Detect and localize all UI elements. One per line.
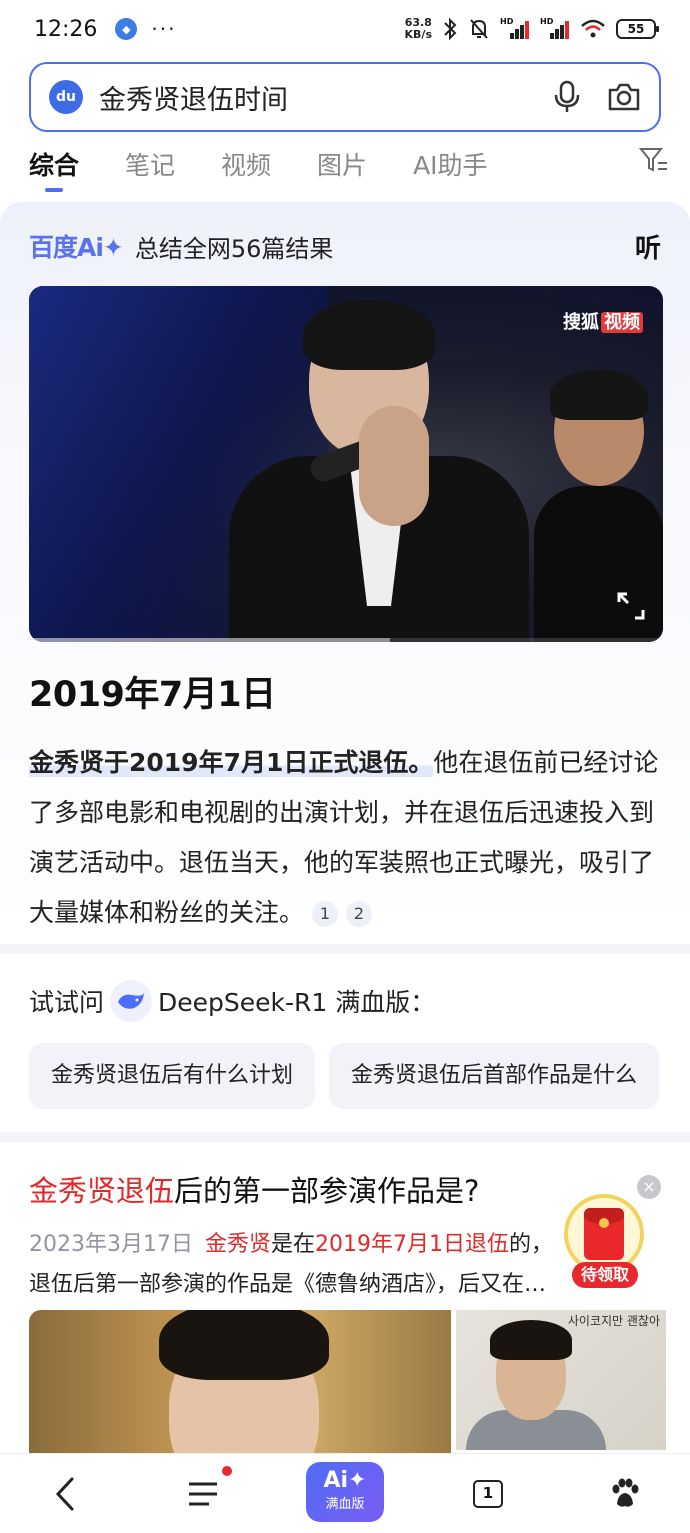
video-watermark: 搜狐 视频: [563, 308, 643, 334]
ai-assistant-button[interactable]: Ai✦ 满血版: [306, 1462, 384, 1522]
try-ask-label: 试试问: [29, 988, 105, 1017]
baidu-paw-icon: [612, 1478, 639, 1507]
tab-notes[interactable]: 笔记: [125, 146, 175, 182]
tab-images[interactable]: 图片: [317, 146, 367, 182]
back-button[interactable]: [40, 1454, 90, 1533]
section-divider: [0, 944, 690, 954]
result-date: 2023年3月17日: [29, 1232, 193, 1257]
signal-icon-1: HD: [500, 17, 530, 39]
filter-icon[interactable]: [639, 146, 669, 174]
result-thumbnail[interactable]: [29, 1310, 451, 1460]
answer-title: 2019年7月1日: [29, 666, 280, 725]
bottom-nav: Ai✦ 满血版 1: [0, 1453, 690, 1533]
red-envelope-widget[interactable]: 待领取: [562, 1194, 646, 1290]
suggestion-chips: 金秀贤退伍后有什么计划 金秀贤退伍后首部作品是什么: [29, 1043, 660, 1109]
search-tabs: 综合 笔记 视频 图片 AI助手: [29, 140, 669, 188]
battery-icon: 55: [616, 19, 659, 39]
baidu-paw-logo-icon: du: [49, 80, 83, 114]
menu-button[interactable]: [178, 1454, 228, 1533]
back-arrow-icon: [55, 1477, 74, 1511]
bluetooth-icon: [444, 17, 457, 41]
clock: 12:26: [34, 16, 98, 42]
baidu-ai-logo: 百度Ai✦: [29, 233, 124, 262]
menu-icon: [189, 1482, 217, 1506]
citation-1[interactable]: 1: [312, 901, 339, 927]
baidu-home-button[interactable]: [600, 1454, 650, 1533]
tab-ai-assistant[interactable]: AI助手: [413, 146, 487, 182]
listen-button[interactable]: 听: [635, 228, 661, 265]
signal-icon-2: HD: [540, 17, 570, 39]
tab-count-icon: 1: [473, 1480, 503, 1508]
camera-icon[interactable]: [607, 82, 641, 112]
tab-all[interactable]: 综合: [29, 146, 79, 182]
ai-summary-card: 百度Ai✦ 总结全网56篇结果 听 搜狐 视频 2019年7月1日 金秀贤于201…: [0, 202, 690, 942]
video-frame-singer: [229, 300, 529, 642]
result-thumbnail[interactable]: 사이코지만 괜찮아: [456, 1310, 666, 1450]
red-envelope-label: 待领取: [572, 1262, 638, 1288]
suggestion-chip[interactable]: 金秀贤退伍后首部作品是什么: [329, 1043, 660, 1109]
red-envelope-icon: [584, 1208, 624, 1260]
microphone-icon[interactable]: [553, 80, 581, 114]
app-notification-icon: ◆: [115, 18, 138, 40]
status-bar: 12:26 ◆ ··· 63.8 KB/s HD HD 55: [0, 0, 690, 58]
citation-2[interactable]: 2: [346, 901, 373, 927]
ai-summary-header: 百度Ai✦ 总结全网56篇结果: [29, 228, 333, 264]
result-meta: 2023年3月17日 金秀贤是在2019年7月1日退伍的，: [29, 1232, 554, 1257]
network-speed: 63.8 KB/s: [404, 16, 432, 41]
ai-summary-label: 总结全网56篇结果: [134, 234, 334, 263]
video-progress-bar[interactable]: [29, 638, 663, 642]
deepseek-model-label: DeepSeek-R1 满血版：: [158, 988, 436, 1017]
answer-highlight: 金秀贤于2019年7月1日正式退伍。: [29, 748, 434, 777]
notification-dot: [222, 1466, 232, 1476]
answer-text: 金秀贤于2019年7月1日正式退伍。他在退伍前已经讨论了多部电影和电视剧的出演计…: [29, 738, 665, 938]
try-ask-row: 试试问 DeepSeek-R1 满血版：: [29, 980, 435, 1022]
search-box[interactable]: du 金秀贤退伍时间: [29, 62, 661, 132]
deepseek-whale-icon: [110, 980, 153, 1022]
tabs-button[interactable]: 1: [463, 1454, 513, 1533]
video-player[interactable]: 搜狐 视频: [29, 286, 663, 642]
more-notifications-icon: ···: [151, 17, 177, 41]
section-divider: [0, 1132, 690, 1142]
suggestion-chip[interactable]: 金秀贤退伍后有什么计划: [29, 1043, 316, 1109]
mute-bell-icon: [470, 19, 488, 39]
result-title[interactable]: 金秀贤退伍后的第一部参演作品是?: [29, 1168, 479, 1210]
tab-videos[interactable]: 视频: [221, 146, 271, 182]
wifi-icon: [581, 19, 605, 38]
fullscreen-icon[interactable]: [617, 592, 645, 620]
poster-title: 사이코지만 괜찮아: [567, 1314, 660, 1328]
search-input[interactable]: 金秀贤退伍时间: [99, 78, 288, 117]
